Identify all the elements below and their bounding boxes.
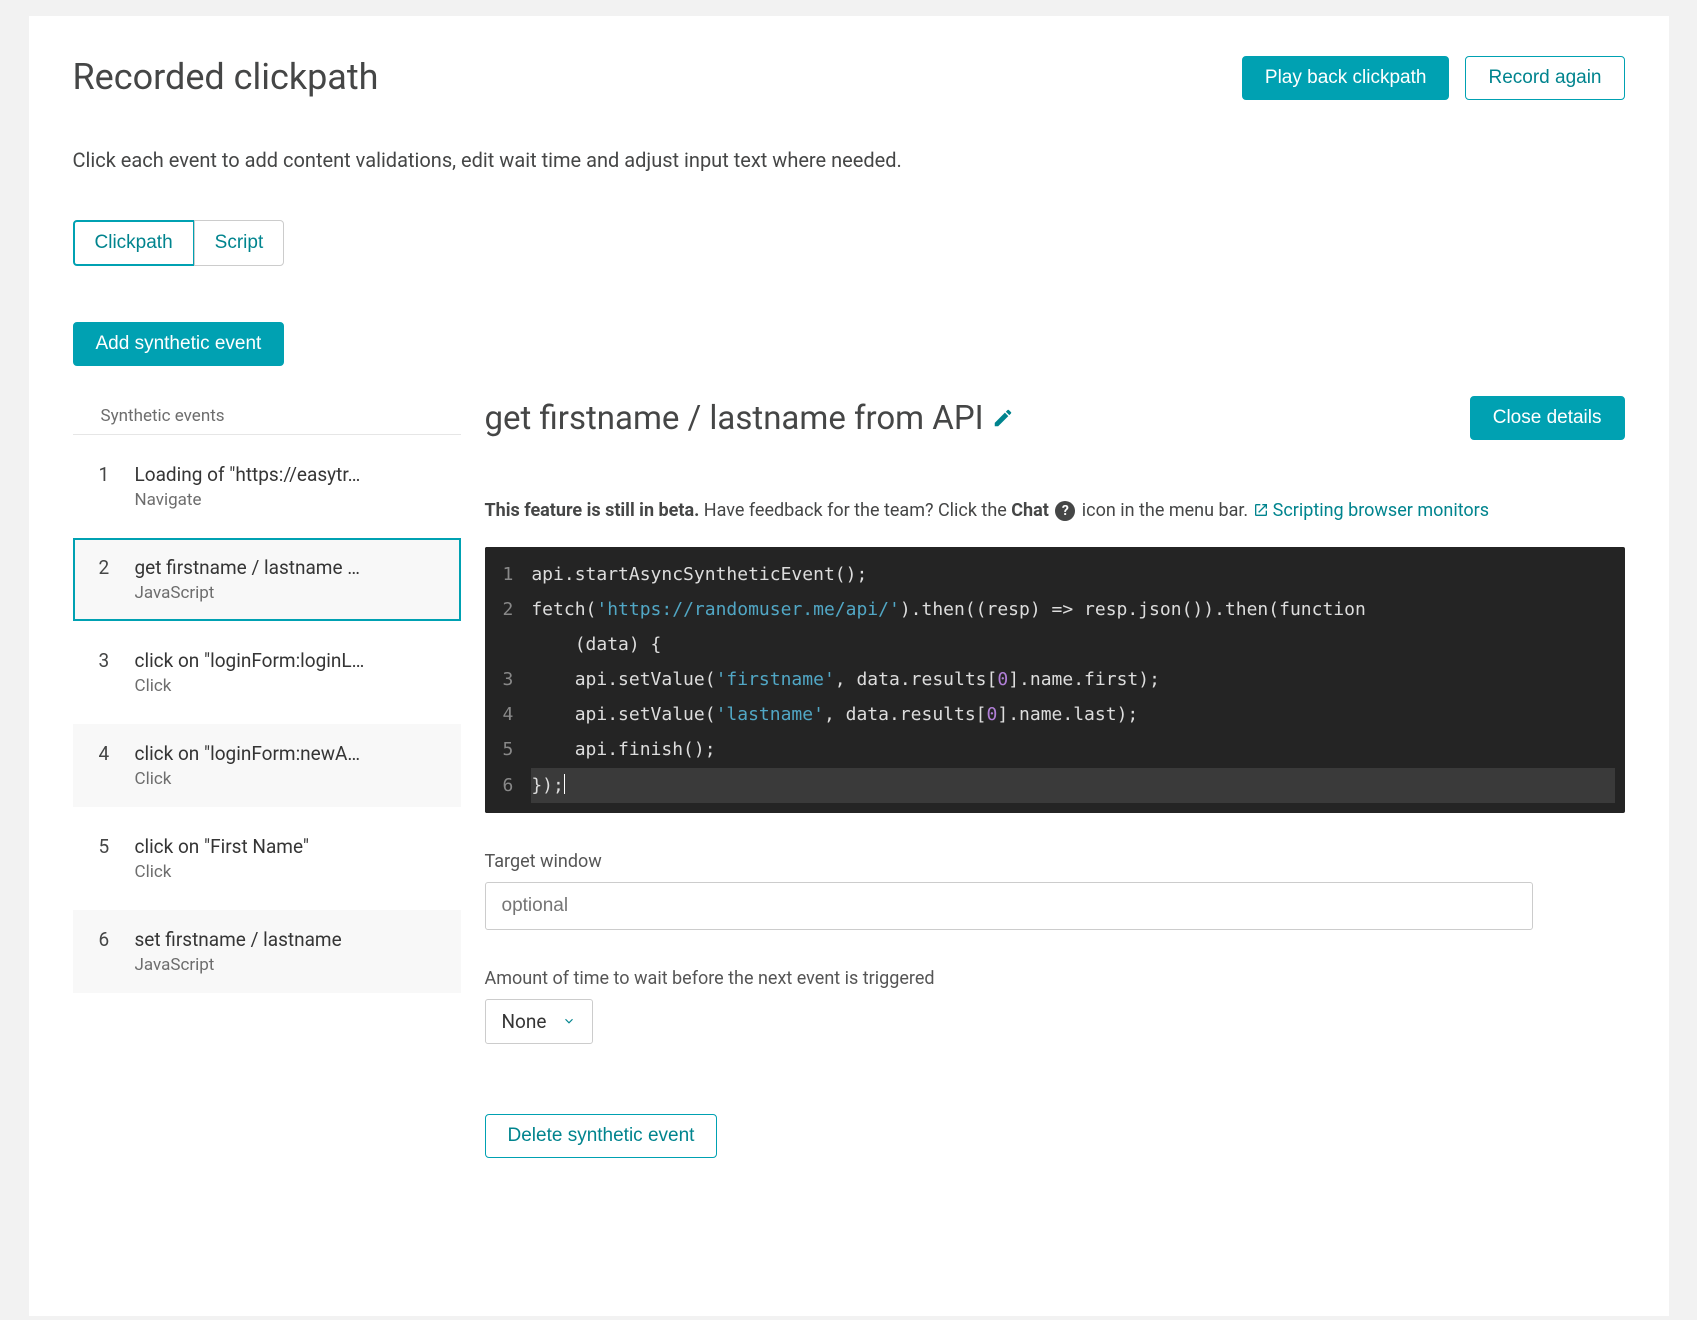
chevron-down-icon [562, 1010, 576, 1033]
event-number: 4 [99, 742, 135, 789]
beta-chat-label: Chat [1011, 500, 1049, 521]
event-item-6[interactable]: 6 set firstname / lastname JavaScript [73, 910, 461, 993]
add-synthetic-event-button[interactable]: Add synthetic event [73, 322, 285, 366]
play-back-clickpath-button[interactable]: Play back clickpath [1242, 56, 1450, 100]
recorded-clickpath-panel: Recorded clickpath Play back clickpath R… [29, 16, 1669, 1316]
event-title: click on "First Name" [135, 835, 309, 858]
view-tabs: Clickpath Script [73, 220, 1625, 266]
event-title: get firstname / lastname … [135, 556, 360, 579]
page-subtitle: Click each event to add content validati… [73, 148, 1625, 172]
beta-bold: This feature is still in beta. [485, 500, 700, 521]
event-number: 2 [99, 556, 135, 603]
target-window-input[interactable] [485, 882, 1534, 930]
event-type: JavaScript [135, 583, 360, 603]
record-again-button[interactable]: Record again [1465, 56, 1624, 100]
event-number: 6 [99, 928, 135, 975]
tab-clickpath[interactable]: Clickpath [73, 220, 195, 266]
event-item-4[interactable]: 4 click on "loginForm:newA… Click [73, 724, 461, 807]
beta-notice: This feature is still in beta. Have feed… [485, 500, 1625, 523]
event-type: Click [135, 769, 361, 789]
target-window-label: Target window [485, 851, 1625, 872]
page-title: Recorded clickpath [73, 56, 379, 98]
scripting-docs-link[interactable]: Scripting browser monitors [1253, 500, 1489, 521]
event-number: 1 [99, 463, 135, 510]
event-title: set firstname / lastname [135, 928, 342, 951]
event-title: click on "loginForm:newA… [135, 742, 361, 765]
external-link-icon [1253, 502, 1269, 523]
event-number: 3 [99, 649, 135, 696]
event-item-2[interactable]: 2 get firstname / lastname … JavaScript [73, 538, 461, 621]
event-title: click on "loginForm:loginL… [135, 649, 365, 672]
wait-time-select[interactable]: None [485, 999, 594, 1044]
delete-synthetic-event-button[interactable]: Delete synthetic event [485, 1114, 718, 1158]
event-title: Loading of "https://easytr… [135, 463, 361, 486]
event-item-1[interactable]: 1 Loading of "https://easytr… Navigate [73, 445, 461, 528]
wait-time-label: Amount of time to wait before the next e… [485, 968, 1625, 989]
event-item-3[interactable]: 3 click on "loginForm:loginL… Click [73, 631, 461, 714]
content-row: Synthetic events 1 Loading of "https://e… [73, 396, 1625, 1158]
synthetic-events-sidebar: Synthetic events 1 Loading of "https://e… [73, 396, 461, 1158]
code-editor[interactable]: 12 3456 api.startAsyncSyntheticEvent(); … [485, 547, 1625, 813]
code-content: api.startAsyncSyntheticEvent(); fetch('h… [527, 547, 1624, 813]
event-type: Navigate [135, 490, 361, 510]
event-type: Click [135, 676, 365, 696]
code-cursor [564, 774, 565, 794]
event-number: 5 [99, 835, 135, 882]
edit-title-icon[interactable] [992, 399, 1014, 438]
tab-script[interactable]: Script [194, 220, 285, 266]
header-row: Recorded clickpath Play back clickpath R… [73, 56, 1625, 100]
help-question-icon[interactable]: ? [1055, 501, 1075, 521]
details-header: get firstname / lastname from API Close … [485, 396, 1625, 440]
event-item-5[interactable]: 5 click on "First Name" Click [73, 817, 461, 900]
beta-text-2: icon in the menu bar. [1082, 500, 1253, 521]
wait-time-value: None [502, 1010, 547, 1033]
event-details-panel: get firstname / lastname from API Close … [485, 396, 1625, 1158]
sidebar-header: Synthetic events [73, 396, 461, 435]
event-type: Click [135, 862, 309, 882]
beta-text-1: Have feedback for the team? Click the [699, 500, 1011, 521]
details-title: get firstname / lastname from API [485, 399, 984, 438]
close-details-button[interactable]: Close details [1470, 396, 1625, 440]
event-type: JavaScript [135, 955, 342, 975]
details-title-row: get firstname / lastname from API [485, 399, 1014, 438]
code-gutter: 12 3456 [485, 547, 528, 813]
header-actions: Play back clickpath Record again [1242, 56, 1625, 100]
scripting-docs-link-label: Scripting browser monitors [1273, 500, 1489, 521]
